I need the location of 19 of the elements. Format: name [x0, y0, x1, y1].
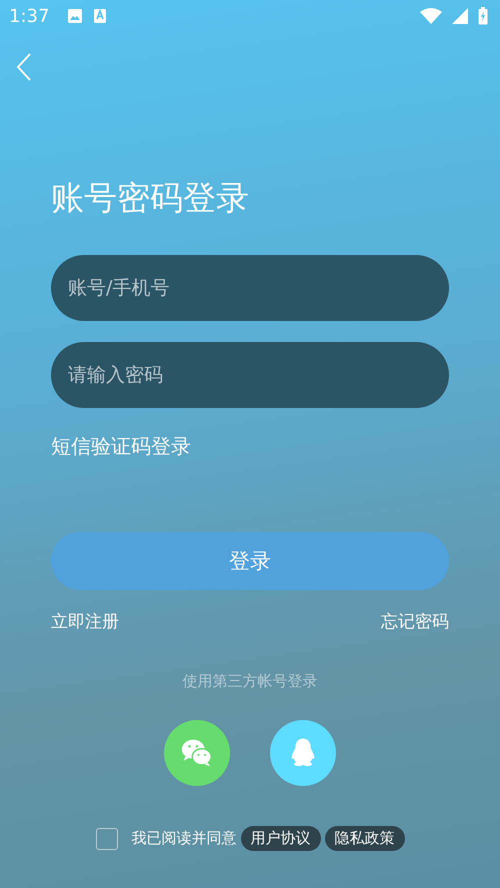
register-link[interactable]: 立即注册: [51, 609, 119, 635]
status-time: 1:37: [9, 6, 50, 26]
sms-login-link[interactable]: 短信验证码登录: [51, 432, 500, 460]
agreement-checkbox[interactable]: [96, 828, 118, 850]
account-field[interactable]: 账号/手机号: [51, 255, 449, 321]
third-party-label: 使用第三方帐号登录: [182, 671, 318, 691]
image-notification-icon: [67, 8, 84, 24]
login-button[interactable]: 登录: [51, 532, 449, 590]
password-field[interactable]: 请输入密码: [51, 342, 449, 408]
agreement-link[interactable]: 隐私政策: [324, 826, 404, 851]
keyboard-notification-icon: [93, 8, 108, 24]
agreement-link[interactable]: 用户协议: [240, 826, 320, 851]
page-title: 账号密码登录: [51, 178, 250, 218]
back-icon[interactable]: [16, 53, 32, 81]
forgot-password-link[interactable]: 忘记密码: [381, 609, 449, 635]
wifi-icon: [420, 8, 442, 24]
battery-icon: [478, 7, 488, 25]
agreement-text: 我已阅读并同意: [132, 829, 236, 848]
signal-icon: [452, 8, 468, 24]
